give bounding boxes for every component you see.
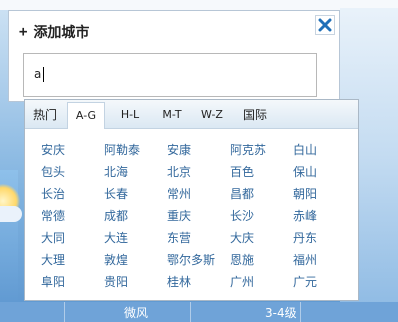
city-link[interactable]: 长沙 <box>230 207 254 224</box>
city-link[interactable]: 朝阳 <box>293 185 317 202</box>
wind-label: 微风 <box>124 306 149 320</box>
city-link[interactable]: 长春 <box>104 185 128 202</box>
tab-w-z[interactable]: W-Z <box>193 102 231 128</box>
city-link[interactable]: 常德 <box>41 207 65 224</box>
city-link[interactable]: 包头 <box>41 163 65 180</box>
city-link[interactable]: 长治 <box>41 185 65 202</box>
close-icon <box>318 18 332 32</box>
city-link[interactable]: 安康 <box>167 141 191 158</box>
city-link[interactable]: 百色 <box>230 163 254 180</box>
tab-m-t[interactable]: M-T <box>153 102 191 128</box>
tab-international[interactable]: 国际 <box>237 102 273 128</box>
city-search-input[interactable]: a <box>23 53 317 97</box>
city-link[interactable]: 大连 <box>104 229 128 246</box>
city-link[interactable]: 广元 <box>293 273 317 290</box>
tab-hot[interactable]: 热门 <box>29 102 61 128</box>
city-picker-dropdown: 热门 A-G H-L M-T W-Z 国际 安庆 阿勒泰 安康 阿克苏 白山 包… <box>24 99 359 301</box>
city-link[interactable]: 贵阳 <box>104 273 128 290</box>
city-link[interactable]: 大同 <box>41 229 65 246</box>
city-link[interactable]: 福州 <box>293 251 317 268</box>
city-link[interactable]: 白山 <box>293 141 317 158</box>
city-link[interactable]: 安庆 <box>41 141 65 158</box>
footer-divider <box>300 302 301 322</box>
search-input-value: a <box>34 67 42 81</box>
plus-icon: + <box>19 24 28 40</box>
background-top-strip <box>0 0 398 10</box>
city-link[interactable]: 常州 <box>167 185 191 202</box>
dialog-title: 添加城市 <box>33 25 90 41</box>
city-link[interactable]: 北京 <box>167 163 191 180</box>
city-link[interactable]: 重庆 <box>167 207 191 224</box>
city-link[interactable]: 东营 <box>167 229 191 246</box>
city-link[interactable]: 保山 <box>293 163 317 180</box>
city-link[interactable]: 鄂尔多斯 <box>167 251 215 268</box>
background-footer <box>0 302 398 322</box>
city-link[interactable]: 广州 <box>230 273 254 290</box>
city-link[interactable]: 恩施 <box>230 251 254 268</box>
city-link[interactable]: 阜阳 <box>41 273 65 290</box>
text-caret <box>43 67 44 82</box>
city-link[interactable]: 阿勒泰 <box>104 141 140 158</box>
city-link[interactable]: 昌都 <box>230 185 254 202</box>
city-link[interactable]: 大庆 <box>230 229 254 246</box>
city-link[interactable]: 大理 <box>41 251 65 268</box>
city-link[interactable]: 成都 <box>104 207 128 224</box>
cloud-icon <box>0 206 22 222</box>
close-button[interactable] <box>315 15 335 35</box>
tab-h-l[interactable]: H-L <box>111 102 149 128</box>
city-index-tabs: 热门 A-G H-L M-T W-Z 国际 <box>25 100 358 129</box>
city-link[interactable]: 赤峰 <box>293 207 317 224</box>
add-city-dialog: + 添加城市 a <box>8 10 340 102</box>
city-link[interactable]: 丹东 <box>293 229 317 246</box>
city-link[interactable]: 北海 <box>104 163 128 180</box>
tab-a-g[interactable]: A-G <box>67 102 105 129</box>
wind-level-label: 3-4级 <box>265 306 297 320</box>
dialog-header: + 添加城市 <box>19 22 89 42</box>
footer-divider <box>190 302 191 322</box>
footer-divider <box>64 302 65 322</box>
city-link[interactable]: 阿克苏 <box>230 141 266 158</box>
city-link[interactable]: 桂林 <box>167 273 191 290</box>
city-link[interactable]: 敦煌 <box>104 251 128 268</box>
